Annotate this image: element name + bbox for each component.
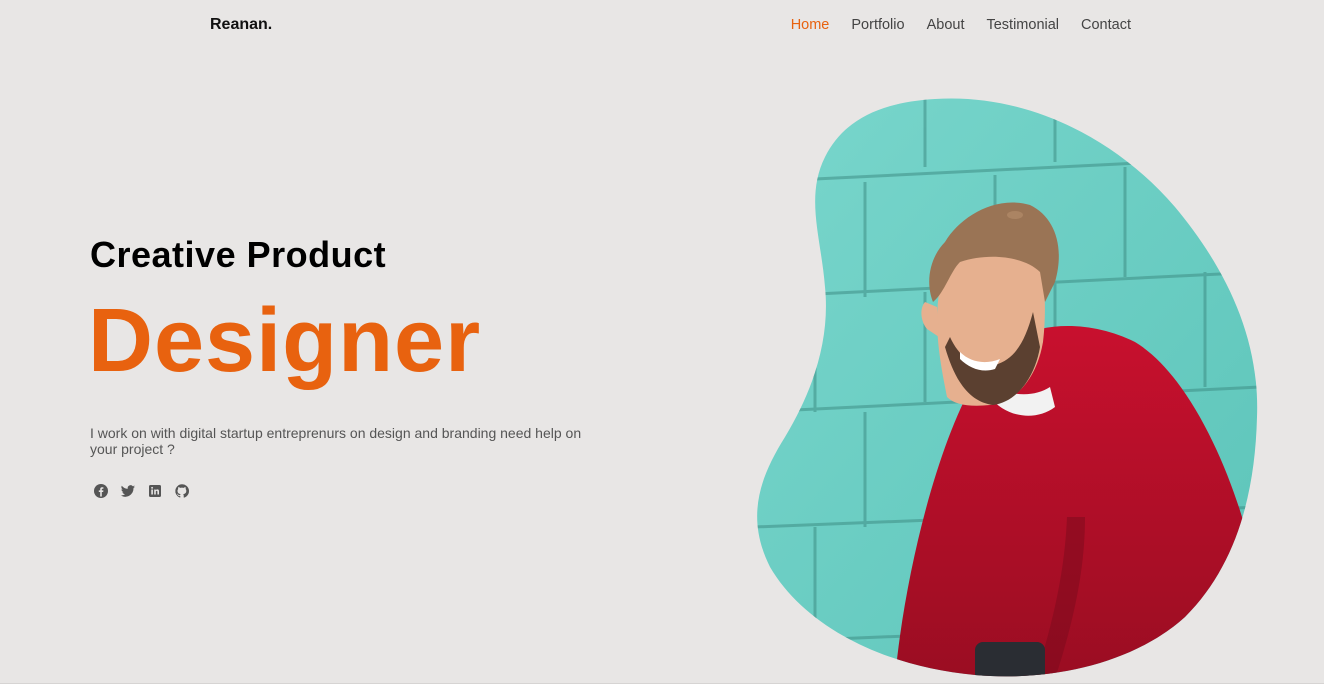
hero-title: Designer: [88, 291, 482, 391]
hero-headline: Creative Product: [90, 234, 387, 275]
hero-blurb: I work on with digital startup entrepren…: [90, 425, 582, 457]
page: Reanan. Home Portfolio About Testimonial…: [0, 0, 1324, 684]
social-links: [93, 483, 190, 499]
nav-testimonial[interactable]: Testimonial: [986, 17, 1059, 33]
nav-home[interactable]: Home: [791, 17, 830, 33]
nav-portfolio[interactable]: Portfolio: [851, 17, 904, 33]
hero-portrait-image: [757, 98, 1258, 677]
facebook-icon[interactable]: [93, 483, 109, 499]
linkedin-icon[interactable]: [147, 483, 163, 499]
nav-contact[interactable]: Contact: [1081, 17, 1131, 33]
twitter-icon[interactable]: [120, 483, 136, 499]
nav-about[interactable]: About: [927, 17, 965, 33]
main-nav: Home Portfolio About Testimonial Contact: [791, 17, 1131, 33]
brand-logo[interactable]: Reanan.: [210, 16, 272, 34]
github-icon[interactable]: [174, 483, 190, 499]
